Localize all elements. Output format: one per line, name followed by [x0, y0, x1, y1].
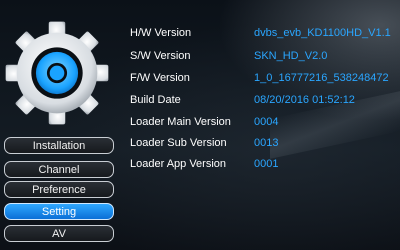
sw-version-value: SKN_HD_V2.0 [254, 50, 328, 62]
loader-sub-version-label: Loader Sub Version [130, 137, 227, 149]
menu-item-setting[interactable]: Setting [4, 203, 114, 220]
loader-sub-version-value: 0013 [254, 137, 279, 149]
fw-version-label: F/W Version [130, 72, 190, 84]
menu-item-installation[interactable]: Installation [4, 137, 114, 154]
gear-icon [5, 21, 109, 125]
hw-version-label: H/W Version [130, 27, 192, 39]
build-date-value: 08/20/2016 01:52:12 [254, 94, 355, 106]
menu-item-channel[interactable]: Channel [4, 161, 114, 178]
loader-app-version-value: 0001 [254, 158, 279, 170]
menu-item-preference[interactable]: Preference [4, 181, 114, 198]
sw-version-label: S/W Version [130, 50, 191, 62]
build-date-label: Build Date [130, 94, 181, 106]
loader-app-version-label: Loader App Version [130, 158, 227, 170]
menu-item-av[interactable]: AV [4, 225, 114, 242]
tv-screen: H/W Version dvbs_evb_KD1100HD_V1.1 S/W V… [0, 0, 400, 250]
loader-main-version-label: Loader Main Version [130, 116, 231, 128]
fw-version-value: 1_0_16777216_538248472 [254, 72, 389, 84]
hw-version-value: dvbs_evb_KD1100HD_V1.1 [254, 27, 391, 39]
loader-main-version-value: 0004 [254, 116, 279, 128]
